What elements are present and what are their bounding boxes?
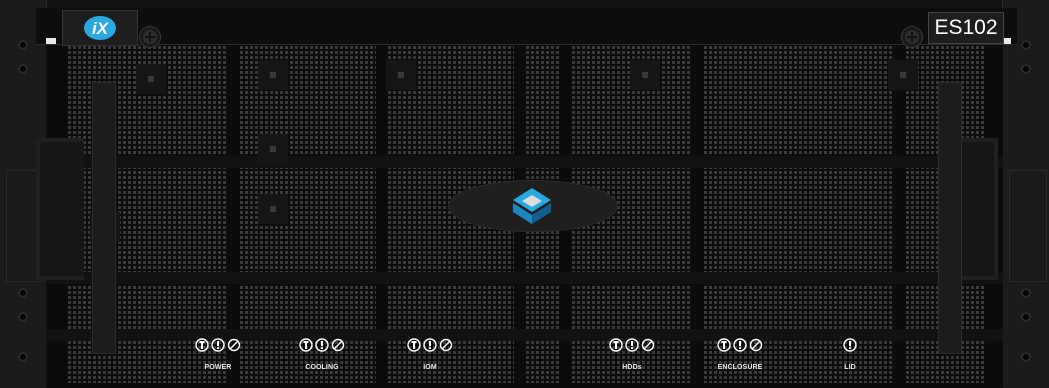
fault-icon [843,338,857,352]
indicator-label: LID [844,364,856,371]
model-text: ES102 [934,16,998,39]
brand-logo: iX [62,10,138,46]
fault-icon [423,338,437,352]
fault-icon [315,338,329,352]
grille-block [258,134,288,164]
mount-hole [18,64,28,74]
mount-hole [1021,312,1031,322]
identify-icon [717,338,731,352]
ix-logo-icon: iX [84,16,116,40]
indicator-cooling: COOLING [282,338,362,371]
disabled-icon [331,338,345,352]
mount-hole [1021,64,1031,74]
identify-icon [407,338,421,352]
left-handle[interactable] [92,82,116,354]
left-handle-bracket [36,138,84,280]
grille-block [888,60,918,90]
indicator-label: IOM [423,364,437,371]
enclosure-chassis: iX ES102 POWER COOLING IOM HDDs ENCLOSUR… [0,0,1049,388]
mount-hole [18,288,28,298]
screw-icon [902,27,922,47]
grille-divider [46,272,1003,284]
bottom-edge [46,383,1003,388]
disabled-icon [227,338,241,352]
disabled-icon [641,338,655,352]
indicator-label: COOLING [305,364,339,371]
grille-block [630,60,660,90]
bezel-tab [46,38,56,44]
grille-block [258,60,288,90]
model-label: ES102 [928,12,1004,44]
indicator-label: ENCLOSURE [717,364,763,371]
indicator-label: HDDs [622,364,642,371]
indicator-iom: IOM [390,338,470,371]
indicator-enclosure: ENCLOSURE [700,338,780,371]
indicator-label: POWER [204,364,232,371]
screw-icon [140,27,160,47]
disabled-icon [749,338,763,352]
truenas-cube-icon [513,188,551,224]
mount-hole [18,312,28,322]
logo-text: iX [92,19,110,38]
right-handle[interactable] [938,82,962,354]
mount-hole [1021,288,1031,298]
fault-icon [733,338,747,352]
indicator-hdds: HDDs [592,338,672,371]
top-bezel [36,8,1017,45]
indicator-lid: LID [810,338,890,371]
identify-icon [299,338,313,352]
grille-block [386,60,416,90]
mount-hole [1021,352,1031,362]
fault-icon [211,338,225,352]
mount-hole [1021,40,1031,50]
mount-hole [18,40,28,50]
identify-icon [609,338,623,352]
grille-block [136,64,166,94]
grille-block [258,194,288,224]
center-emblem [448,180,618,232]
grille-divider [46,156,1003,168]
right-side-latch [1009,170,1047,282]
identify-icon [195,338,209,352]
indicator-power: POWER [178,338,258,371]
fault-icon [625,338,639,352]
mount-hole [18,352,28,362]
disabled-icon [439,338,453,352]
